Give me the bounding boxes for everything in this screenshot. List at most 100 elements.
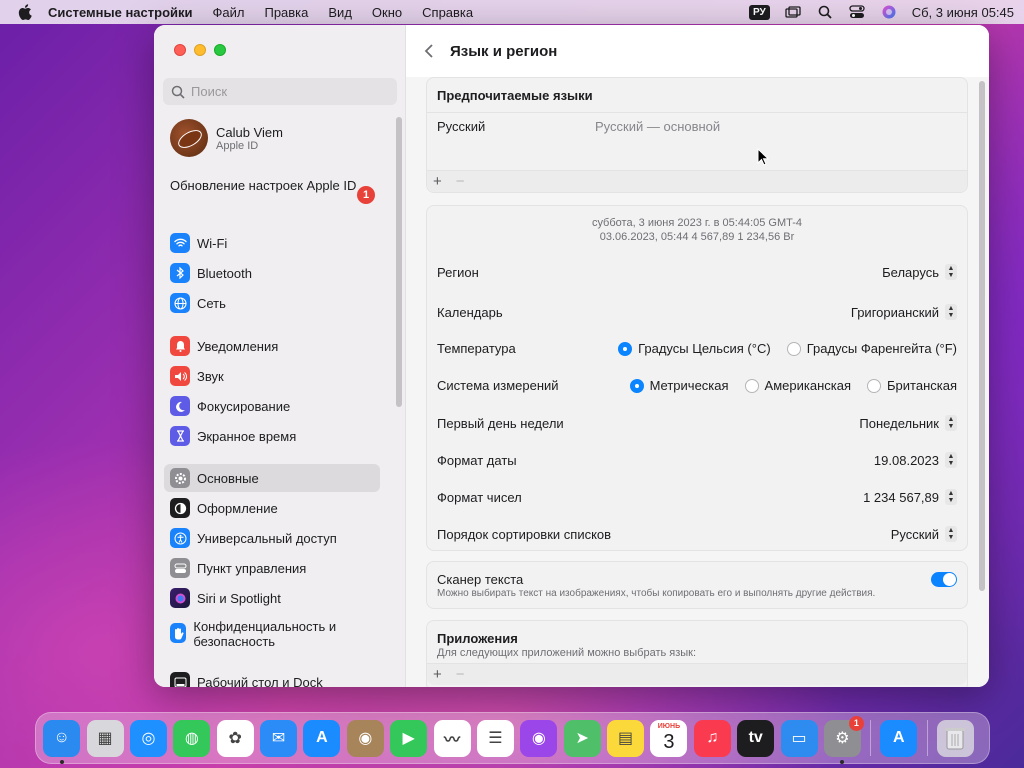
sidebar-item-notifications[interactable]: Уведомления	[164, 332, 380, 360]
first-day-popup[interactable]: Понедельник ▲ ▼	[859, 415, 957, 431]
language-row[interactable]: Русский Русский — основной	[427, 113, 967, 134]
calendar-icon[interactable]: ИЮНЬ 3	[650, 719, 688, 757]
app-name-menu[interactable]: Системные настройки	[48, 5, 193, 20]
us-radio[interactable]: Американская	[744, 378, 851, 393]
finder-icon[interactable]: ☺	[43, 719, 81, 764]
system-settings-icon[interactable]: ⚙ 1	[823, 715, 864, 764]
sidebar-scrollbar[interactable]	[396, 117, 402, 407]
reminders-icon[interactable]: ☰	[476, 719, 514, 757]
calendar-label: Календарь	[437, 304, 503, 320]
messages-icon[interactable]: ◍	[173, 719, 211, 757]
podcasts-icon[interactable]: ◉	[520, 719, 558, 757]
back-chevron-icon[interactable]	[424, 44, 438, 58]
menu-file[interactable]: Файл	[213, 5, 245, 20]
maps-icon[interactable]: ➤	[563, 719, 601, 757]
photos-icon[interactable]: ✿	[216, 719, 254, 757]
launchpad-icon[interactable]: ▦	[86, 719, 124, 757]
popup-chevrons-icon: ▲ ▼	[945, 304, 957, 320]
running-indicator	[840, 759, 845, 764]
search-icon	[171, 85, 185, 99]
trash-icon[interactable]	[936, 719, 974, 757]
appstore-downloads-icon[interactable]: A	[880, 719, 918, 757]
applications-description: Для следующих приложений можно выбрать я…	[437, 647, 697, 659]
add-app-button[interactable]: +	[433, 666, 442, 683]
control-center-icon[interactable]	[848, 5, 866, 19]
applications-title: Приложения	[437, 631, 518, 646]
sidebar-item-privacy[interactable]: Конфиденциальность и безопасность	[164, 615, 380, 651]
remove-app-button[interactable]: −	[456, 666, 465, 683]
fahrenheit-radio[interactable]: Градусы Фаренгейта (°F)	[786, 341, 957, 356]
sidebar-item-network[interactable]: Сеть	[164, 289, 380, 317]
sidebar-item-label: Сеть	[197, 295, 226, 311]
apple-id-profile[interactable]: Calub Viem Apple ID	[170, 119, 283, 157]
clock[interactable]: Сб, 3 июня 05:45	[912, 5, 1014, 20]
number-format-popup[interactable]: 1 234 567,89 ▲ ▼	[863, 489, 957, 505]
screen-mirroring-icon[interactable]	[784, 5, 802, 19]
sidebar-item-sound[interactable]: Звук	[164, 362, 380, 390]
date-format-popup[interactable]: 19.08.2023 ▲ ▼	[874, 452, 957, 468]
sidebar-item-focus[interactable]: Фокусирование	[164, 392, 380, 420]
popup-chevrons-icon: ▲ ▼	[945, 264, 957, 280]
uk-radio[interactable]: Британская	[867, 378, 957, 393]
region-popup[interactable]: Беларусь ▲ ▼	[882, 264, 957, 280]
first-day-label: Первый день недели	[437, 415, 564, 431]
app-add-remove: + −	[427, 663, 967, 685]
main-pane: Язык и регион Предпочитаемые языки Русск…	[406, 25, 989, 687]
sidebar-search-input[interactable]: Поиск	[163, 78, 397, 105]
sidebar-item-siri[interactable]: Siri и Spotlight	[164, 584, 380, 612]
accessibility-icon	[170, 528, 190, 548]
calendar-popup[interactable]: Григорианский ▲ ▼	[851, 304, 957, 320]
preferred-languages-title: Предпочитаемые языки	[437, 88, 593, 103]
apple-id-update-item[interactable]: Обновление настроек Apple ID	[170, 178, 380, 194]
menu-edit[interactable]: Правка	[264, 5, 308, 20]
facetime-icon[interactable]: ▶	[390, 719, 428, 757]
sidebar-item-label: Оформление	[197, 500, 278, 516]
sidebar-item-desktop-dock[interactable]: Рабочий стол и Dock	[164, 668, 380, 687]
moon-icon	[170, 396, 190, 416]
dock-icon	[170, 672, 190, 687]
sidebar-item-label: Универсальный доступ	[197, 530, 337, 546]
dock-glyph: ➤	[575, 730, 589, 747]
siri-icon[interactable]	[880, 5, 898, 19]
zoom-button[interactable]	[214, 44, 226, 56]
sidebar-item-wifi[interactable]: Wi-Fi	[164, 229, 380, 257]
language-description: Русский — основной	[595, 119, 721, 134]
contacts-icon[interactable]: ◉	[346, 719, 384, 757]
safari-icon[interactable]: ◎	[129, 719, 167, 757]
sidebar-item-control-center[interactable]: Пункт управления	[164, 554, 380, 582]
sidebar-item-appearance[interactable]: Оформление	[164, 494, 380, 522]
apple-logo-icon[interactable]	[18, 4, 34, 20]
control-center-icon	[170, 558, 190, 578]
mail-icon[interactable]: ✉	[260, 719, 298, 757]
close-button[interactable]	[174, 44, 186, 56]
remove-language-button[interactable]: −	[456, 173, 465, 190]
live-text-toggle[interactable]	[931, 572, 957, 587]
appstore-icon[interactable]: A	[303, 719, 341, 757]
celsius-radio[interactable]: Градусы Цельсия (°C)	[618, 341, 771, 356]
keynote-icon[interactable]: ▭	[780, 719, 818, 757]
running-indicator	[59, 759, 64, 764]
dock-separator	[926, 720, 928, 756]
main-scrollbar[interactable]	[979, 81, 985, 591]
metric-radio[interactable]: Метрическая	[629, 378, 729, 393]
freeform-icon[interactable]: 〰	[433, 719, 471, 757]
tv-icon[interactable]: tv	[737, 719, 775, 757]
measurement-label: Система измерений	[437, 378, 559, 393]
sidebar-item-accessibility[interactable]: Универсальный доступ	[164, 524, 380, 552]
sidebar-item-general[interactable]: Основные	[164, 464, 380, 492]
sidebar-item-label: Bluetooth	[197, 265, 252, 281]
music-icon[interactable]: ♫	[693, 719, 731, 757]
notes-icon[interactable]: ▤	[607, 719, 645, 757]
input-source-badge[interactable]: РУ	[748, 4, 770, 20]
minimize-button[interactable]	[194, 44, 206, 56]
add-language-button[interactable]: +	[433, 173, 442, 190]
appearance-icon	[170, 498, 190, 518]
sidebar-item-screen-time[interactable]: Экранное время	[164, 422, 380, 450]
sidebar-item-bluetooth[interactable]: Bluetooth	[164, 259, 380, 287]
celsius-label: Градусы Цельсия (°C)	[638, 341, 771, 356]
menu-window[interactable]: Окно	[372, 5, 402, 20]
menu-view[interactable]: Вид	[328, 5, 352, 20]
menu-help[interactable]: Справка	[422, 5, 473, 20]
sort-order-popup[interactable]: Русский ▲ ▼	[891, 526, 957, 542]
search-icon[interactable]	[816, 5, 834, 19]
